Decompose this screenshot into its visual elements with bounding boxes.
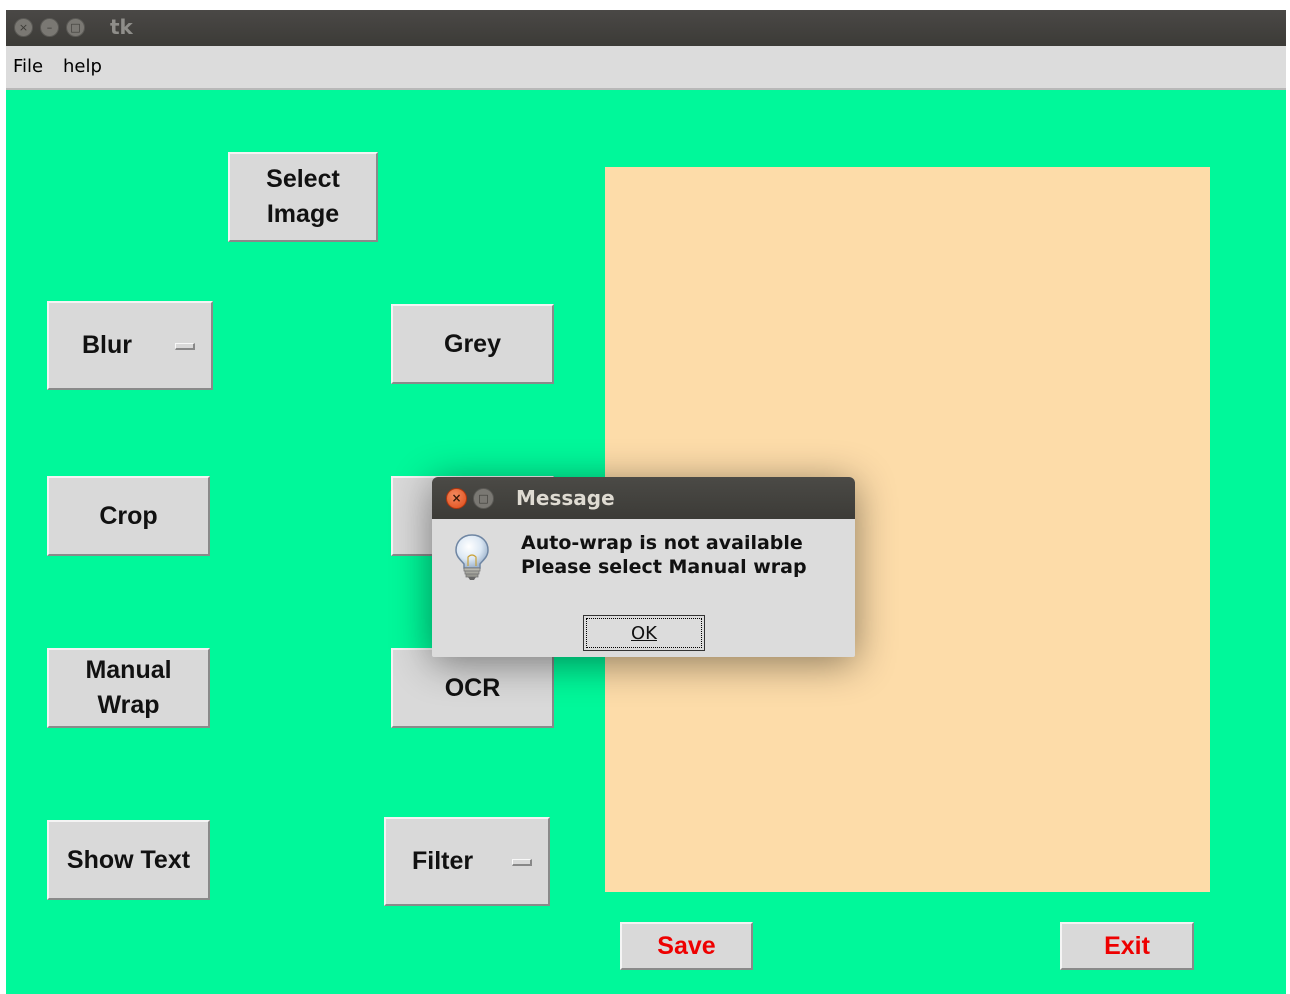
app-window: × – □ tk File help Select Image Blur Gre… [6,10,1286,994]
ok-button[interactable]: OK [583,615,705,651]
optionmenu-indicator-icon [175,343,195,350]
select-image-button[interactable]: Select Image [228,152,378,242]
ocr-label: OCR [444,673,501,702]
ocr-button[interactable]: OCR [391,648,554,728]
save-label: Save [657,931,716,960]
dialog-message: Auto-wrap is not available Please select… [521,531,807,579]
blur-label: Blur [82,331,132,359]
crop-label: Crop [99,501,158,530]
focus-ring [586,618,702,648]
window-title: tk [110,15,133,39]
show-text-button[interactable]: Show Text [47,820,210,900]
dialog-title-bar: × □ Message [432,477,855,519]
show-text-label: Show Text [66,845,191,874]
menu-help[interactable]: help [63,56,102,77]
grey-button[interactable]: Grey [391,304,554,384]
grey-label: Grey [444,329,501,358]
select-image-label: Select Image [266,165,340,228]
manual-wrap-label: Manual Wrap [85,656,172,719]
lightbulb-icon [455,534,489,580]
title-bar: × – □ tk [6,10,1286,46]
filter-optionmenu[interactable]: Filter [384,817,550,906]
maximize-window-button[interactable]: □ [66,18,85,37]
menu-file[interactable]: File [13,56,43,77]
close-window-button[interactable]: × [14,18,33,37]
dialog-title: Message [516,486,615,510]
message-dialog: × □ Message Auto-wrap is not available P… [432,477,855,657]
optionmenu-indicator-icon [512,859,532,866]
dialog-close-button[interactable]: × [446,488,467,509]
dialog-message-line-2: Please select Manual wrap [521,556,807,578]
menu-bar: File help [6,46,1286,90]
crop-button[interactable]: Crop [47,476,210,556]
minimize-window-button[interactable]: – [40,18,59,37]
dialog-message-line-1: Auto-wrap is not available [521,532,803,554]
save-button[interactable]: Save [620,922,753,970]
filter-label: Filter [412,847,474,875]
manual-wrap-button[interactable]: Manual Wrap [47,648,210,728]
exit-button[interactable]: Exit [1060,922,1194,970]
exit-label: Exit [1104,931,1150,960]
blur-optionmenu[interactable]: Blur [47,301,213,390]
dialog-maximize-button[interactable]: □ [473,488,494,509]
